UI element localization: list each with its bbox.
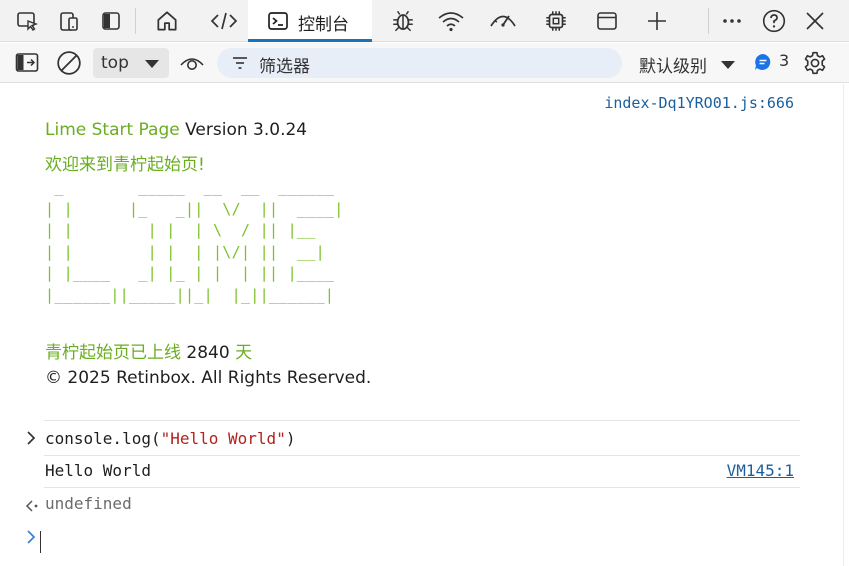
input-string: "Hello World" <box>160 429 286 448</box>
toggle-sidebar-icon[interactable] <box>94 4 128 38</box>
chevron-down-icon <box>145 60 159 68</box>
console-prompt-input[interactable] <box>40 531 41 553</box>
return-value-arrow-icon <box>24 496 40 518</box>
input-close: ) <box>285 429 296 448</box>
filter-input[interactable]: 筛选器 <box>217 48 622 78</box>
online-prefix: 青柠起始页已上线 <box>45 343 187 363</box>
tab-elements-code-icon[interactable] <box>207 4 241 38</box>
copyright-line: © 2025 Retinbox. All Rights Reserved. <box>45 368 372 388</box>
online-days: 2840 <box>186 343 230 363</box>
tab-memory-chip-icon[interactable] <box>539 4 573 38</box>
tab-separator <box>135 8 136 34</box>
message-divider <box>44 487 800 488</box>
tab-application-window-icon[interactable] <box>590 4 624 38</box>
javascript-context-select[interactable]: top <box>93 48 169 78</box>
devtools-tab-bar: 控制台 <box>0 0 849 42</box>
tab-sources-bug-icon[interactable] <box>386 4 420 38</box>
source-link[interactable]: index-Dq1YRO01.js:666 <box>604 94 794 112</box>
help-icon[interactable] <box>757 4 791 38</box>
return-value: undefined <box>45 494 132 513</box>
lime-ascii-art: _ _____ __ __ ______ | | |_ _|| \/ || __… <box>45 178 344 304</box>
active-tab-indicator <box>248 39 372 42</box>
message-divider <box>44 455 800 456</box>
console-icon <box>266 9 290 37</box>
messages-badge-icon[interactable] <box>753 52 773 72</box>
output-source-link[interactable]: VM145:1 <box>727 461 794 480</box>
inspect-element-icon[interactable] <box>10 4 44 38</box>
clear-console-icon[interactable] <box>54 49 84 77</box>
prompt-chevron-icon <box>24 528 38 550</box>
tab-performance-gauge-icon[interactable] <box>486 4 520 38</box>
filter-icon <box>231 55 249 75</box>
input-code: console.log( <box>45 429 161 448</box>
tab-welcome-home-icon[interactable] <box>150 4 184 38</box>
console-settings-gear-icon[interactable] <box>800 48 830 78</box>
context-value: top <box>101 53 129 73</box>
more-options-icon[interactable] <box>715 4 749 38</box>
greeting-line: Lime Start Page Version 3.0.24 <box>45 120 307 140</box>
filter-placeholder: 筛选器 <box>259 57 310 77</box>
tab-separator <box>708 8 709 34</box>
tab-console-label: 控制台 <box>298 15 349 35</box>
message-divider <box>44 420 800 421</box>
tab-console[interactable]: 控制台 <box>248 0 372 42</box>
online-suffix: 天 <box>229 343 253 363</box>
log-levels-dropdown[interactable]: 默认级别 <box>639 52 707 77</box>
console-scrollbar[interactable] <box>843 84 844 566</box>
close-devtools-icon[interactable] <box>798 4 832 38</box>
chevron-down-icon[interactable] <box>721 61 735 69</box>
add-tab-plus-icon[interactable] <box>640 4 674 38</box>
greeting-version: Version 3.0.24 <box>179 120 308 140</box>
console-input-entry: console.log("Hello World") <box>45 429 295 448</box>
welcome-message: 欢迎来到青柠起始页! <box>45 155 205 175</box>
tab-network-wifi-icon[interactable] <box>434 4 468 38</box>
greeting-app-name: Lime Start Page <box>45 120 180 140</box>
console-output: index-Dq1YRO01.js:666 Lime Start Page Ve… <box>0 84 849 566</box>
device-emulation-icon[interactable] <box>52 4 86 38</box>
log-output: Hello World <box>45 461 151 480</box>
live-expression-eye-icon[interactable] <box>177 49 207 77</box>
chevron-right-icon[interactable] <box>24 429 38 451</box>
show-console-sidebar-icon[interactable] <box>12 49 42 77</box>
message-count: 3 <box>779 51 790 70</box>
online-days-line: 青柠起始页已上线 2840 天 <box>45 338 252 363</box>
